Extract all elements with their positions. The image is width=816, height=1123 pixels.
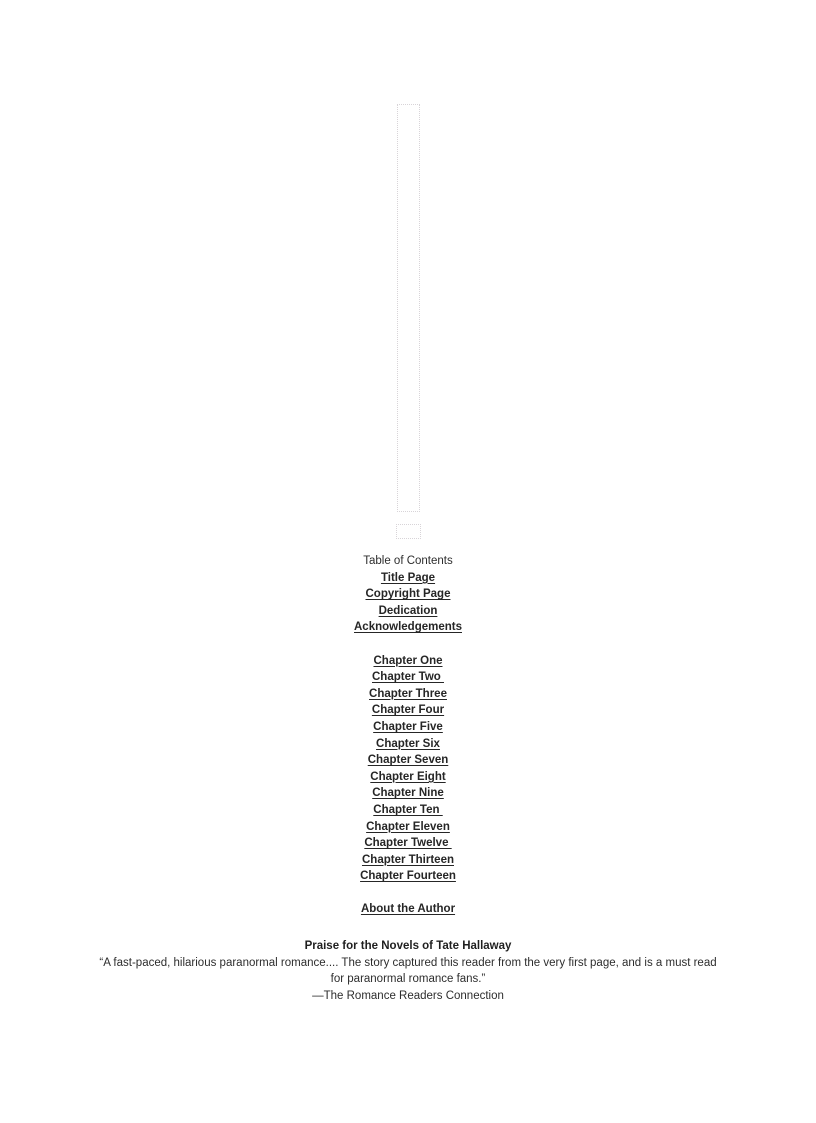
toc-link-chapter-one[interactable]: Chapter One [0, 653, 816, 670]
toc-link-chapter-five[interactable]: Chapter Five [0, 719, 816, 736]
document-page: Table of Contents Title Page Copyright P… [0, 0, 816, 1123]
cover-image-placeholder [397, 104, 420, 512]
praise-heading: Praise for the Novels of Tate Hallaway [304, 940, 512, 952]
toc-link-chapter-twelve[interactable]: Chapter Twelve [0, 835, 816, 852]
toc-link-chapter-six[interactable]: Chapter Six [0, 736, 816, 753]
toc-link-title-page[interactable]: Title Page [0, 570, 816, 587]
toc-link-chapter-seven[interactable]: Chapter Seven [0, 752, 816, 769]
toc-link-chapter-thirteen[interactable]: Chapter Thirteen [0, 852, 816, 869]
table-of-contents: Table of Contents Title Page Copyright P… [0, 553, 816, 918]
toc-link-dedication[interactable]: Dedication [0, 603, 816, 620]
praise-section: Praise for the Novels of Tate Hallaway “… [0, 938, 816, 1004]
toc-spacer [0, 636, 816, 653]
praise-attribution: —The Romance Readers Connection [312, 989, 504, 1002]
toc-link-chapter-three[interactable]: Chapter Three [0, 686, 816, 703]
toc-link-chapter-ten[interactable]: Chapter Ten [0, 802, 816, 819]
toc-link-acknowledgements[interactable]: Acknowledgements [0, 619, 816, 636]
toc-link-about-the-author[interactable]: About the Author [0, 901, 816, 918]
toc-chapter-list: Chapter One Chapter Two Chapter Three Ch… [0, 653, 816, 885]
toc-link-chapter-fourteen[interactable]: Chapter Fourteen [0, 868, 816, 885]
toc-spacer [0, 885, 816, 902]
toc-link-chapter-eleven[interactable]: Chapter Eleven [0, 819, 816, 836]
page-title: Table of Contents [363, 555, 453, 567]
toc-link-chapter-four[interactable]: Chapter Four [0, 702, 816, 719]
toc-link-chapter-two[interactable]: Chapter Two [0, 669, 816, 686]
toc-back-matter-list: About the Author [0, 901, 816, 918]
toc-link-copyright-page[interactable]: Copyright Page [0, 586, 816, 603]
logo-image-placeholder [396, 524, 421, 539]
praise-quote: “A fast-paced, hilarious paranormal roma… [99, 956, 717, 986]
toc-front-matter-list: Title Page Copyright Page Dedication Ack… [0, 570, 816, 636]
toc-link-chapter-eight[interactable]: Chapter Eight [0, 769, 816, 786]
toc-link-chapter-nine[interactable]: Chapter Nine [0, 785, 816, 802]
